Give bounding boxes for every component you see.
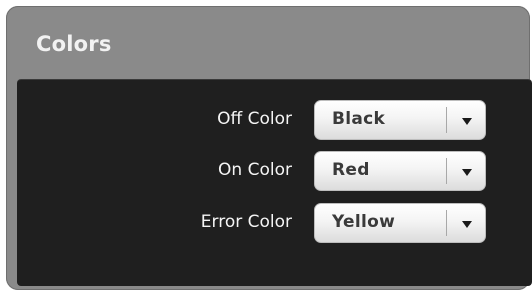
select-divider xyxy=(446,107,447,133)
off-color-select[interactable]: Black xyxy=(314,100,486,140)
on-color-select[interactable]: Red xyxy=(314,151,486,191)
on-color-row: On Color Red xyxy=(17,151,532,191)
error-color-label: Error Color xyxy=(200,212,292,232)
on-color-value: Red xyxy=(332,160,370,180)
off-color-value: Black xyxy=(332,109,386,129)
chevron-down-icon[interactable] xyxy=(457,162,477,182)
select-divider xyxy=(446,210,447,236)
error-color-value: Yellow xyxy=(332,212,396,232)
on-color-label: On Color xyxy=(218,160,292,180)
chevron-down-icon[interactable] xyxy=(457,111,477,131)
error-color-row: Error Color Yellow xyxy=(17,203,532,243)
off-color-row: Off Color Black xyxy=(17,100,532,140)
off-color-label: Off Color xyxy=(217,109,292,129)
chevron-down-icon[interactable] xyxy=(457,214,477,234)
select-divider xyxy=(446,158,447,184)
error-color-select[interactable]: Yellow xyxy=(314,203,486,243)
colors-panel: Colors Off Color Black On Color Red Erro… xyxy=(6,6,532,290)
colors-form: Off Color Black On Color Red Error Color xyxy=(17,79,532,286)
panel-title: Colors xyxy=(36,32,112,56)
